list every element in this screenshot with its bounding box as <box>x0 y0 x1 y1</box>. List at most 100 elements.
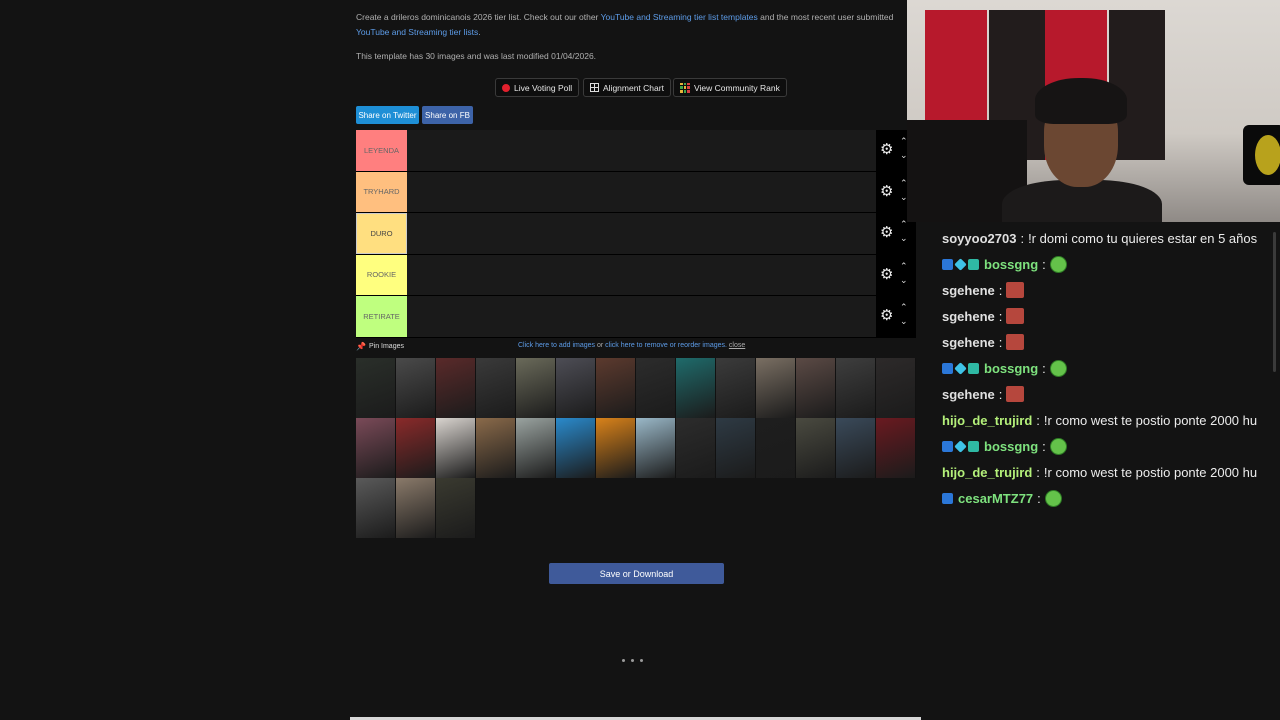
chat-username[interactable]: sgehene <box>942 283 995 298</box>
image-thumbnail[interactable] <box>876 418 916 478</box>
tier-dropzone[interactable] <box>407 254 876 295</box>
close-link[interactable]: close <box>729 342 745 349</box>
image-thumbnail[interactable] <box>396 478 436 538</box>
image-thumbnail[interactable] <box>836 418 876 478</box>
chat-message: cesarMTZ77: <box>942 485 1280 511</box>
tier-label[interactable]: TRYHARD <box>356 171 407 212</box>
speaker <box>1243 125 1280 185</box>
image-thumbnail[interactable] <box>516 358 556 418</box>
gear-icon[interactable]: ⚙ <box>880 142 894 157</box>
chevron-down-icon[interactable]: ⌄ <box>900 317 908 326</box>
chat-username[interactable]: sgehene <box>942 387 995 402</box>
gear-icon[interactable]: ⚙ <box>880 225 894 240</box>
image-thumbnail[interactable] <box>356 478 396 538</box>
badge-icons <box>942 257 979 271</box>
badge-icons <box>942 361 979 375</box>
alignment-chart-button[interactable]: Alignment Chart <box>583 78 671 97</box>
tier-label[interactable]: ROOKIE <box>356 254 407 295</box>
image-thumbnail[interactable] <box>876 358 916 418</box>
image-pool <box>356 358 916 538</box>
chat-username[interactable]: cesarMTZ77 <box>958 491 1033 506</box>
image-thumbnail[interactable] <box>396 418 436 478</box>
gear-icon[interactable]: ⚙ <box>880 308 894 323</box>
chat-username[interactable]: bossgng <box>984 439 1038 454</box>
chevron-down-icon[interactable]: ⌄ <box>900 275 908 284</box>
image-thumbnail[interactable] <box>436 358 476 418</box>
frog-emote-icon <box>1049 437 1067 455</box>
image-thumbnail[interactable] <box>756 358 796 418</box>
tier-label[interactable]: DURO <box>356 213 407 254</box>
image-thumbnail[interactable] <box>796 418 836 478</box>
remove-reorder-images-link[interactable]: click here to remove or reorder images. <box>605 342 727 349</box>
image-thumbnail[interactable] <box>836 358 876 418</box>
image-thumbnail[interactable] <box>556 418 596 478</box>
image-thumbnail[interactable] <box>596 358 636 418</box>
chat-username[interactable]: sgehene <box>942 309 995 324</box>
image-thumbnail[interactable] <box>436 418 476 478</box>
image-thumbnail[interactable] <box>516 418 556 478</box>
tier-label[interactable]: RETIRATE <box>356 296 407 337</box>
image-thumbnail[interactable] <box>476 418 516 478</box>
chat-scrollbar[interactable] <box>1273 232 1276 372</box>
chat-message: sgehene: <box>942 303 1280 329</box>
share-twitter-button[interactable]: Share on Twitter <box>356 106 419 124</box>
image-thumbnail[interactable] <box>436 478 476 538</box>
view-community-rank-button[interactable]: View Community Rank <box>673 78 787 97</box>
image-thumbnail[interactable] <box>756 418 796 478</box>
image-thumbnail[interactable] <box>676 358 716 418</box>
badge-icon <box>954 361 967 375</box>
badge-icon <box>968 362 979 374</box>
image-thumbnail[interactable] <box>716 358 756 418</box>
save-download-button[interactable]: Save or Download <box>549 563 724 584</box>
image-thumbnail[interactable] <box>636 358 676 418</box>
image-thumbnail[interactable] <box>356 358 396 418</box>
image-thumbnail[interactable] <box>676 418 716 478</box>
image-thumbnail[interactable] <box>796 358 836 418</box>
face-emote-icon <box>1006 308 1025 324</box>
chat-username[interactable]: bossgng <box>984 257 1038 272</box>
badge-icon <box>968 258 979 270</box>
frog-emote-icon <box>1044 489 1062 507</box>
chat-username[interactable]: bossgng <box>984 361 1038 376</box>
share-facebook-button[interactable]: Share on FB <box>422 106 473 124</box>
chevron-down-icon[interactable]: ⌄ <box>900 234 908 243</box>
chat-username[interactable]: hijo_de_trujird <box>942 413 1032 428</box>
gear-icon[interactable]: ⚙ <box>880 267 894 282</box>
badge-icon <box>954 257 967 271</box>
tier-dropzone[interactable] <box>407 213 876 254</box>
image-thumbnail[interactable] <box>556 358 596 418</box>
pin-images-toggle[interactable]: 📌 Pin Images <box>356 342 404 351</box>
grid-icon <box>590 83 599 92</box>
face-emote-icon <box>1006 386 1025 402</box>
chevron-up-icon[interactable]: ⌃ <box>900 303 908 312</box>
tier-dropzone[interactable] <box>407 171 876 212</box>
frog-emote-icon <box>1049 255 1067 273</box>
user-tier-lists-link[interactable]: YouTube and Streaming tier lists <box>356 27 478 37</box>
youtube-templates-link[interactable]: YouTube and Streaming tier list template… <box>601 12 758 22</box>
live-voting-poll-button[interactable]: Live Voting Poll <box>495 78 580 97</box>
chat-separator: : <box>998 386 1003 402</box>
tier-dropzone[interactable] <box>407 296 876 337</box>
chat-username[interactable]: sgehene <box>942 335 995 350</box>
tier-label[interactable]: LEYENDA <box>356 130 407 171</box>
chevron-up-icon[interactable]: ⌃ <box>900 261 908 270</box>
image-thumbnail[interactable] <box>356 418 396 478</box>
image-thumbnail[interactable] <box>636 418 676 478</box>
image-thumbnail[interactable] <box>476 358 516 418</box>
chat-username[interactable]: hijo_de_trujird <box>942 465 1032 480</box>
chat-separator: : <box>1042 256 1046 272</box>
image-thumbnail[interactable] <box>716 418 756 478</box>
chat-separator: : <box>1036 412 1040 428</box>
tier-row: ROOKIE ⚙ ⌃ ⌄ <box>356 254 916 296</box>
chat-message: bossgng: <box>942 355 1280 381</box>
tier-dropzone[interactable] <box>407 130 876 171</box>
gear-icon[interactable]: ⚙ <box>880 184 894 199</box>
tier-row: LEYENDA ⚙ ⌃ ⌄ <box>356 130 916 172</box>
image-thumbnail[interactable] <box>396 358 436 418</box>
chat-username[interactable]: soyyoo2703 <box>942 231 1016 246</box>
image-thumbnail[interactable] <box>596 418 636 478</box>
face-emote-icon <box>1006 334 1025 350</box>
add-images-link[interactable]: Click here to add images <box>518 342 595 349</box>
tier-controls: ⚙ ⌃ ⌄ <box>876 254 916 295</box>
live-voting-poll-label: Live Voting Poll <box>514 82 573 93</box>
